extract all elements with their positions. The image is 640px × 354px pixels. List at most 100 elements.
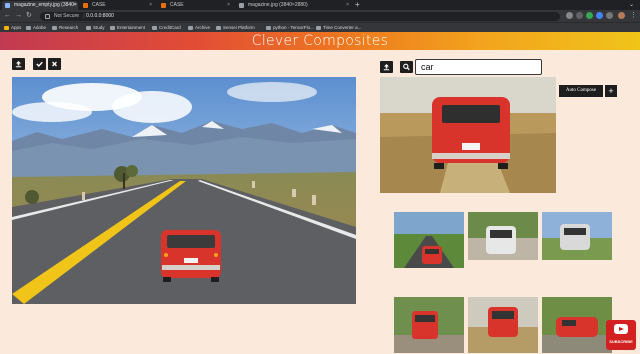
- bookmark-item[interactable]: Entertainment: [110, 24, 145, 32]
- tab-favicon-icon: [239, 3, 244, 8]
- bookmark-item[interactable]: Sensei Platform: [216, 24, 255, 32]
- tab-title: CASE: [92, 2, 106, 8]
- bookmark-item[interactable]: Study: [86, 24, 105, 32]
- close-icon: [52, 61, 57, 67]
- tab-favicon-icon: [83, 3, 88, 8]
- clear-button[interactable]: [48, 58, 61, 70]
- result-thumbnail[interactable]: [468, 297, 538, 353]
- result-thumbnail[interactable]: [394, 212, 464, 268]
- folder-icon: [152, 26, 157, 30]
- upload-reference-button[interactable]: [380, 61, 393, 73]
- search-icon: [403, 63, 410, 71]
- browser-tab-bar: magazine_empty.jpg (3840× × CASE × CASE …: [0, 0, 640, 10]
- forward-arrow-icon[interactable]: →: [15, 11, 22, 21]
- extension-icon[interactable]: [596, 12, 603, 19]
- puzzle-icon[interactable]: [606, 12, 613, 19]
- plus-icon: +: [608, 86, 614, 96]
- bookmark-label: python - TensorFlo...: [273, 25, 314, 30]
- result-thumbnail[interactable]: [542, 297, 612, 353]
- bookmark-item[interactable]: Archive: [188, 24, 210, 32]
- avatar[interactable]: [618, 12, 625, 19]
- extension-icon[interactable]: [576, 12, 583, 19]
- subscribe-label: SUBSCRIBE: [609, 339, 633, 344]
- youtube-subscribe-badge[interactable]: SUBSCRIBE: [606, 320, 636, 350]
- browser-tab[interactable]: CASE ×: [80, 1, 154, 10]
- url-text: 0.0.0.0:8000: [86, 12, 114, 19]
- kebab-menu-icon[interactable]: ⋮: [630, 11, 637, 21]
- composite-canvas[interactable]: [12, 77, 356, 304]
- upload-icon: [15, 61, 22, 68]
- bookmark-label: Research: [59, 25, 79, 30]
- bookmark-label: CreditCard: [159, 25, 181, 30]
- search-button[interactable]: [400, 61, 413, 73]
- thumbnail-image: [394, 297, 464, 353]
- bookmarks-bar: Apps Adobe Research Study Entertainment …: [0, 22, 640, 32]
- result-thumbnail[interactable]: [468, 212, 538, 260]
- check-icon: [36, 61, 43, 68]
- close-icon[interactable]: ×: [227, 1, 230, 10]
- upload-icon: [383, 64, 390, 71]
- bookmark-item[interactable]: Apps: [4, 24, 21, 32]
- bookmark-label: Sensei Platform: [223, 25, 255, 30]
- folder-icon: [26, 26, 31, 30]
- bookmark-label: Adobe: [33, 25, 47, 30]
- page-title: Clever Composites: [251, 33, 389, 49]
- bookmark-label: Entertainment: [117, 25, 146, 30]
- info-icon: [45, 13, 50, 19]
- folder-icon: [86, 26, 91, 30]
- browser-tab[interactable]: CASE ×: [158, 1, 232, 10]
- search-input[interactable]: car: [415, 59, 542, 75]
- thumbnail-image: [542, 212, 612, 260]
- security-label: Not Secure: [54, 12, 80, 19]
- back-arrow-icon[interactable]: ←: [4, 11, 11, 21]
- folder-icon: [110, 26, 115, 30]
- folder-icon: [316, 26, 321, 30]
- url-field[interactable]: Not Secure | 0.0.0.0:8000: [40, 11, 560, 21]
- result-thumbnail[interactable]: [394, 297, 464, 353]
- van-object[interactable]: [161, 230, 221, 282]
- bookmark-label: Archive: [195, 25, 211, 30]
- reference-preview[interactable]: [380, 77, 556, 193]
- tab-favicon-icon: [161, 3, 166, 8]
- bookmark-item[interactable]: Time Converter a...: [316, 24, 361, 32]
- reference-image: [380, 77, 556, 193]
- bookmark-item[interactable]: CreditCard: [152, 24, 181, 32]
- close-icon[interactable]: ×: [149, 1, 152, 10]
- play-triangle-icon: [619, 326, 624, 331]
- confirm-button[interactable]: [33, 58, 46, 70]
- folder-icon: [188, 26, 193, 30]
- add-button[interactable]: +: [605, 85, 617, 97]
- close-icon[interactable]: ×: [73, 1, 76, 10]
- result-thumbnail[interactable]: [542, 212, 612, 260]
- composite-image: [12, 77, 356, 304]
- bookmark-label: Apps: [11, 25, 22, 30]
- bookmark-star-icon[interactable]: [566, 12, 573, 19]
- folder-icon: [216, 26, 221, 30]
- folder-icon: [52, 26, 57, 30]
- thumbnail-image: [542, 297, 612, 353]
- browser-address-bar: ← → ↻ Not Secure | 0.0.0.0:8000 ⋮: [0, 10, 640, 22]
- tab-title: magazine_empty.jpg (3840×: [14, 2, 77, 8]
- reload-icon[interactable]: ↻: [26, 11, 32, 21]
- close-icon[interactable]: ×: [346, 1, 349, 10]
- tab-favicon-icon: [5, 3, 10, 8]
- thumbnail-image: [468, 212, 538, 260]
- search-value: car: [421, 62, 434, 72]
- bookmark-label: Time Converter a...: [323, 25, 362, 30]
- bookmark-item[interactable]: python - TensorFlo...: [266, 24, 314, 32]
- thumbnail-image: [468, 297, 538, 353]
- new-tab-plus-icon[interactable]: +: [355, 0, 360, 10]
- apps-grid-icon: [4, 26, 9, 30]
- app-header-banner: Clever Composites: [0, 32, 640, 50]
- extension-icon[interactable]: [586, 12, 593, 19]
- folder-icon: [266, 26, 271, 30]
- browser-tab[interactable]: magazine.jpg (3840×2880) ×: [236, 1, 351, 10]
- tab-title: magazine.jpg (3840×2880): [248, 2, 308, 8]
- auto-compose-button[interactable]: Auto Compose: [559, 85, 603, 97]
- bookmark-item[interactable]: Research: [52, 24, 78, 32]
- browser-tab[interactable]: magazine_empty.jpg (3840× ×: [2, 1, 78, 10]
- tab-search-chevron-icon[interactable]: ⌄: [629, 0, 634, 10]
- bookmark-label: Study: [93, 25, 105, 30]
- bookmark-item[interactable]: Adobe: [26, 24, 46, 32]
- upload-button[interactable]: [12, 58, 25, 70]
